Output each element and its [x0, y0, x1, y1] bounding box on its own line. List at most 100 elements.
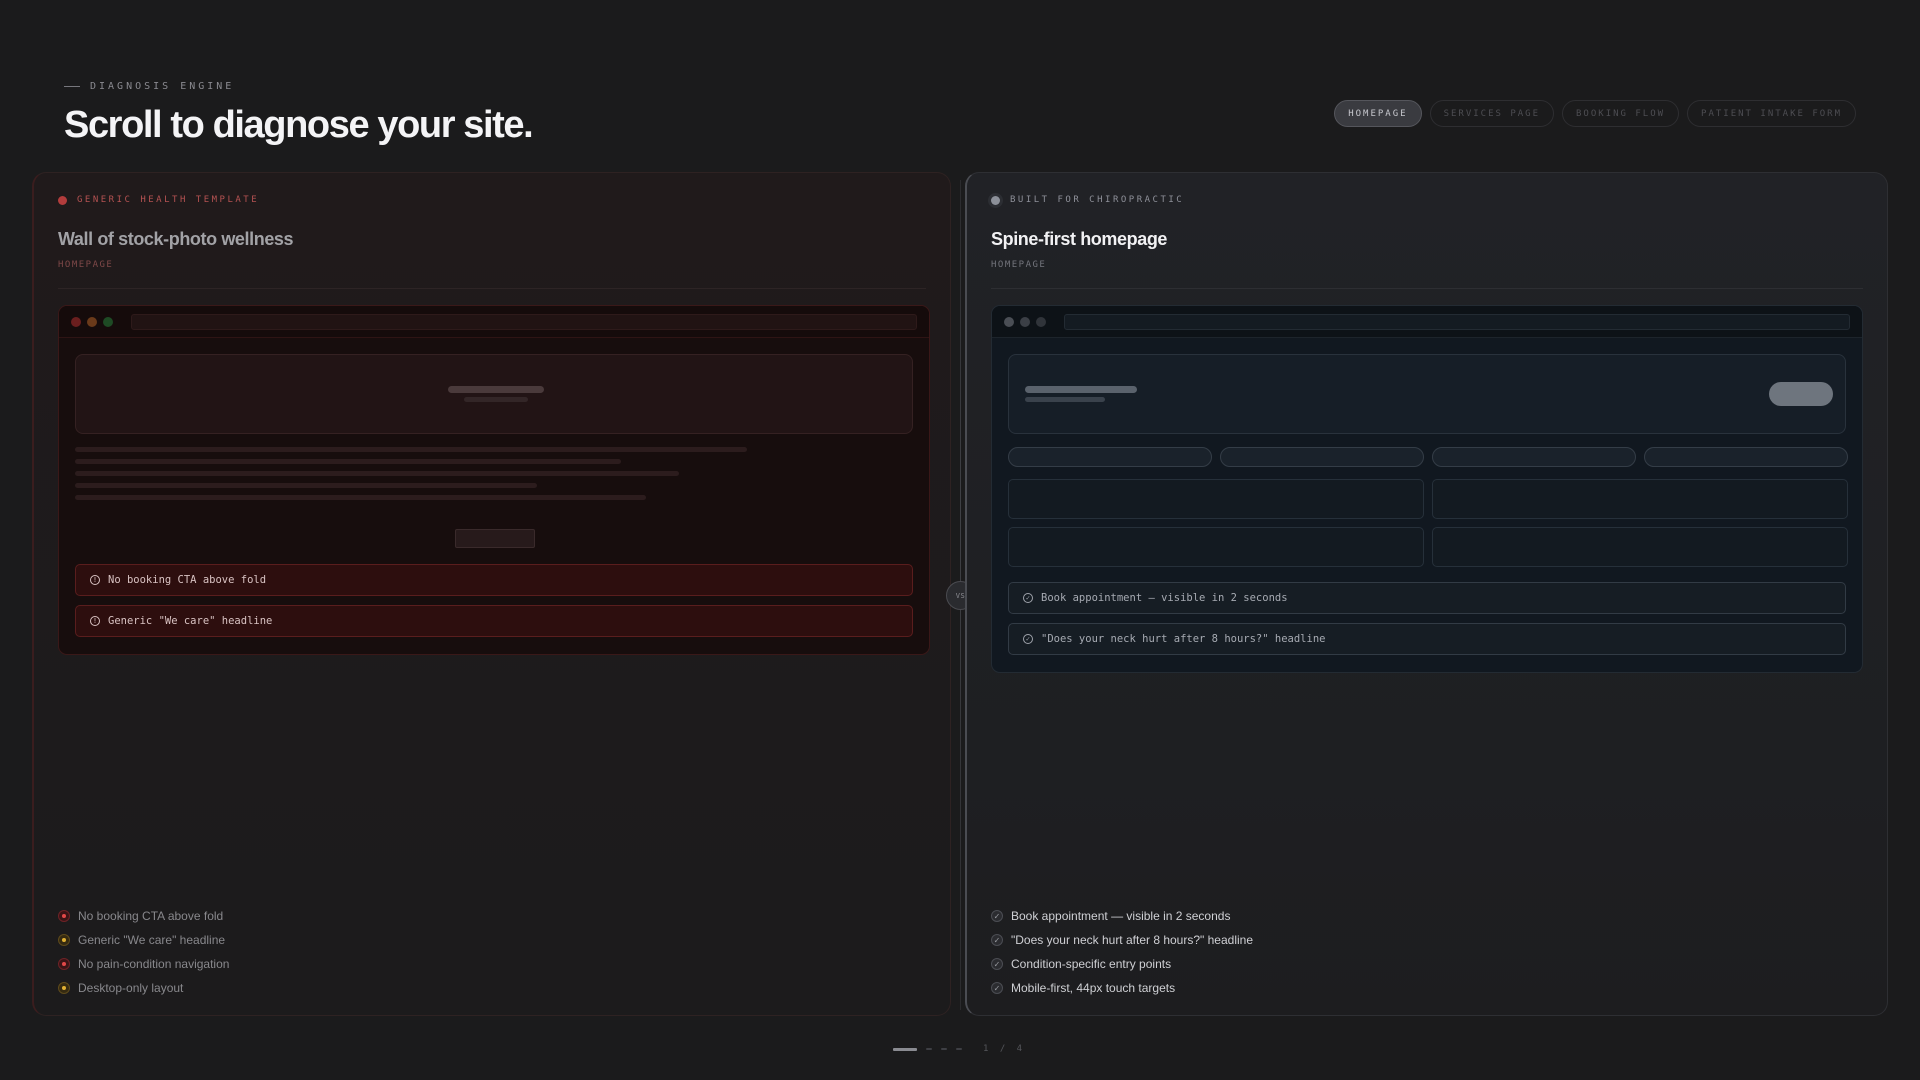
list-item: Generic "We care" headline	[58, 933, 229, 947]
page-tabs: HOMEPAGE SERVICES PAGE BOOKING FLOW PATI…	[1334, 100, 1856, 127]
check-circle-icon: ✓	[991, 982, 1003, 994]
mock-issue-callout: ! Generic "We care" headline	[75, 605, 913, 637]
mock-url-bar	[1064, 314, 1850, 330]
tab-booking-flow[interactable]: BOOKING FLOW	[1562, 100, 1680, 127]
list-item: ✓ Book appointment — visible in 2 second…	[991, 909, 1253, 923]
mock-text-line	[75, 495, 646, 500]
mock-subline-placeholder	[1025, 397, 1105, 402]
pager-step-3[interactable]	[941, 1048, 947, 1050]
pager-step-4[interactable]	[956, 1048, 962, 1050]
mock-card	[1432, 479, 1848, 519]
alert-circle-icon: !	[90, 575, 100, 585]
panel-badge: BUILT FOR CHIROPRACTIC	[991, 195, 1184, 205]
mock-text-line	[75, 447, 747, 452]
mock-browser-toolbar	[992, 306, 1862, 338]
mock-condition-pill	[1644, 447, 1848, 467]
mock-issue-text: No booking CTA above fold	[108, 574, 267, 586]
severity-medium-icon	[58, 934, 70, 946]
severity-high-icon	[58, 910, 70, 922]
mock-browser-toolbar	[59, 306, 929, 338]
generic-template-panel: GENERIC HEALTH TEMPLATE Wall of stock-ph…	[32, 172, 951, 1016]
mock-text-line	[75, 459, 621, 464]
mock-issue-callout: ! No booking CTA above fold	[75, 564, 913, 596]
mock-card	[1432, 527, 1848, 567]
panel-subtitle: HOMEPAGE	[991, 260, 1047, 270]
chiropractic-panel: BUILT FOR CHIROPRACTIC Spine-first homep…	[965, 172, 1888, 1016]
panel-badge-label: GENERIC HEALTH TEMPLATE	[77, 195, 260, 205]
list-item-text: Condition-specific entry points	[1011, 957, 1172, 971]
window-close-icon	[71, 317, 81, 327]
list-item-text: Book appointment — visible in 2 seconds	[1011, 909, 1231, 923]
window-minimize-icon	[87, 317, 97, 327]
mock-condition-pill	[1220, 447, 1424, 467]
list-item-text: Desktop-only layout	[78, 981, 184, 995]
mock-cta-placeholder	[455, 529, 535, 548]
mock-browser: ! No booking CTA above fold ! Generic "W…	[58, 305, 930, 655]
tab-patient-intake-form[interactable]: PATIENT INTAKE FORM	[1687, 100, 1856, 127]
mock-headline-placeholder	[448, 386, 544, 393]
mock-condition-pill	[1432, 447, 1636, 467]
mock-success-callout: ✓ "Does your neck hurt after 8 hours?" h…	[1008, 623, 1846, 655]
check-circle-icon: ✓	[1023, 593, 1033, 603]
window-minimize-icon	[1020, 317, 1030, 327]
mock-success-callout: ✓ Book appointment — visible in 2 second…	[1008, 582, 1846, 614]
tab-homepage[interactable]: HOMEPAGE	[1334, 100, 1422, 127]
list-item-text: Mobile-first, 44px touch targets	[1011, 981, 1176, 995]
mock-subline-placeholder	[464, 397, 528, 402]
mock-card	[1008, 479, 1424, 519]
mock-text-line	[75, 471, 679, 476]
window-close-icon	[1004, 317, 1014, 327]
eyebrow: DIAGNOSIS ENGINE	[64, 81, 234, 92]
pager-step-1[interactable]	[893, 1047, 917, 1051]
list-item: Desktop-only layout	[58, 981, 229, 995]
eyebrow-label: DIAGNOSIS ENGINE	[90, 81, 235, 92]
check-circle-icon: ✓	[991, 910, 1003, 922]
mock-hero	[75, 354, 913, 434]
panel-title: Spine-first homepage	[991, 229, 1168, 249]
panel-badge: GENERIC HEALTH TEMPLATE	[58, 195, 259, 205]
list-item-text: No booking CTA above fold	[78, 909, 224, 923]
list-item: No pain-condition navigation	[58, 957, 229, 971]
mock-browser: ✓ Book appointment — visible in 2 second…	[991, 305, 1863, 673]
mock-condition-pill	[1008, 447, 1212, 467]
window-maximize-icon	[103, 317, 113, 327]
eyebrow-dash	[64, 86, 80, 87]
status-dot-icon	[58, 195, 67, 205]
list-item-text: "Does your neck hurt after 8 hours?" hea…	[1011, 933, 1253, 947]
mock-issue-text: Generic "We care" headline	[108, 615, 273, 627]
mock-book-button	[1769, 382, 1833, 406]
divider	[58, 288, 926, 289]
window-maximize-icon	[1036, 317, 1046, 327]
panel-subtitle: HOMEPAGE	[58, 260, 114, 270]
panel-badge-label: BUILT FOR CHIROPRACTIC	[1010, 195, 1185, 205]
list-item-text: No pain-condition navigation	[78, 957, 230, 971]
list-item: ✓ "Does your neck hurt after 8 hours?" h…	[991, 933, 1253, 947]
mock-hero	[1008, 354, 1846, 434]
mock-success-text: Book appointment — visible in 2 seconds	[1041, 592, 1288, 604]
mock-url-bar	[131, 314, 917, 330]
page-title: Scroll to diagnose your site.	[64, 104, 534, 146]
pager: 1 / 4	[893, 1044, 1025, 1054]
pager-step-2[interactable]	[926, 1048, 932, 1050]
check-circle-icon: ✓	[991, 958, 1003, 970]
issues-list: No booking CTA above fold Generic "We ca…	[58, 909, 229, 995]
panel-title: Wall of stock-photo wellness	[58, 229, 294, 249]
list-item: No booking CTA above fold	[58, 909, 229, 923]
severity-high-icon	[58, 958, 70, 970]
tab-services-page[interactable]: SERVICES PAGE	[1429, 100, 1555, 127]
severity-medium-icon	[58, 982, 70, 994]
list-item-text: Generic "We care" headline	[78, 933, 226, 947]
list-item: ✓ Condition-specific entry points	[991, 957, 1253, 971]
list-item: ✓ Mobile-first, 44px touch targets	[991, 981, 1253, 995]
alert-circle-icon: !	[90, 616, 100, 626]
check-circle-icon: ✓	[991, 934, 1003, 946]
mock-headline-placeholder	[1025, 386, 1137, 393]
mock-success-text: "Does your neck hurt after 8 hours?" hea…	[1041, 633, 1326, 645]
features-list: ✓ Book appointment — visible in 2 second…	[991, 909, 1253, 995]
mock-card	[1008, 527, 1424, 567]
pager-count: 1 / 4	[983, 1044, 1026, 1054]
divider	[991, 288, 1863, 289]
mock-text-line	[75, 483, 537, 488]
check-circle-icon: ✓	[1023, 634, 1033, 644]
status-dot-icon	[991, 195, 1000, 205]
